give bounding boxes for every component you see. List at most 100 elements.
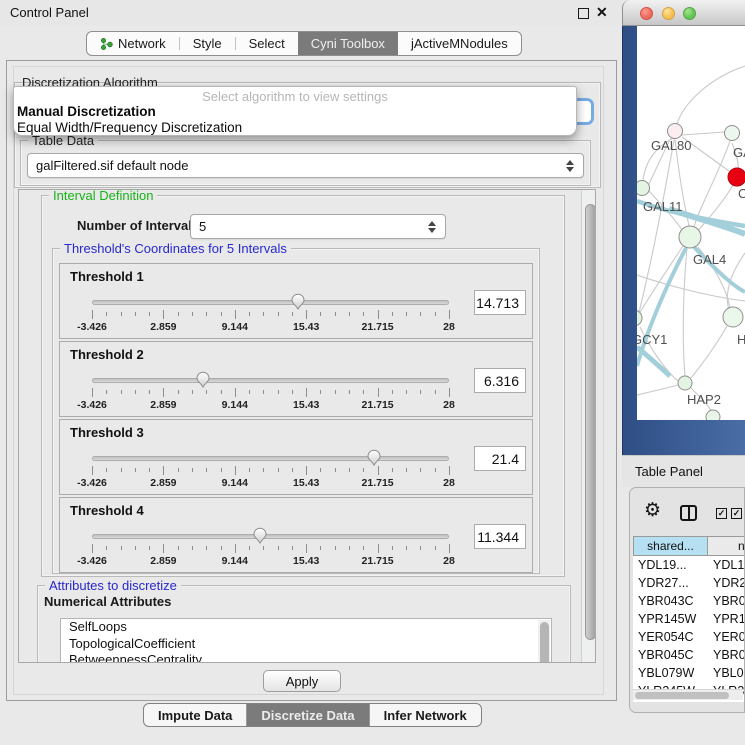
table-row[interactable]: YER054CYER0 — [633, 628, 745, 646]
cell-shared-name: YIL052C — [633, 700, 708, 702]
cell-shared-name: YBR045C — [633, 646, 708, 664]
minimize-traffic-light-icon[interactable] — [662, 7, 675, 20]
network-node[interactable] — [706, 410, 720, 420]
number-of-intervals-combobox[interactable]: 5 — [190, 214, 446, 239]
tick-mark — [363, 546, 364, 550]
tick-mark — [435, 468, 436, 472]
tick-label: 28 — [443, 321, 455, 333]
table-row[interactable]: YPR145WYPR1 — [633, 610, 745, 628]
table-row[interactable]: YBR045CYBR0 — [633, 646, 745, 664]
checkbox-icon[interactable]: ✓ — [716, 508, 727, 519]
tick-label: 21.715 — [362, 399, 394, 411]
tick-mark — [263, 468, 264, 472]
tick-mark — [449, 466, 450, 475]
tab-style[interactable]: Style — [180, 32, 235, 55]
table-row[interactable]: YDL19...YDL1 — [633, 556, 745, 574]
network-node-gal80[interactable] — [668, 124, 683, 139]
network-node[interactable] — [725, 126, 740, 141]
tick-mark — [420, 546, 421, 550]
slider-thumb[interactable] — [366, 449, 382, 467]
cell-name: YIL0 — [708, 700, 745, 702]
tick-mark — [178, 546, 179, 550]
tick-label: 28 — [443, 555, 455, 567]
attribute-item[interactable]: TopologicalCoefficient — [61, 636, 551, 653]
tick-mark — [435, 390, 436, 394]
slider-thumb[interactable] — [290, 293, 306, 311]
tick-mark — [121, 312, 122, 316]
network-node-hap2[interactable] — [678, 376, 692, 390]
network-node-gal4[interactable] — [679, 226, 701, 248]
network-node-gal11[interactable] — [637, 181, 650, 196]
tick-label: 21.715 — [362, 555, 394, 567]
network-window-titlebar[interactable] — [622, 0, 745, 26]
tab-jactivemnodules[interactable]: jActiveMNodules — [398, 32, 521, 55]
tick-mark — [235, 388, 236, 397]
slider-tick-labels: -3.4262.8599.14415.4321.71528 — [92, 477, 449, 489]
cell-shared-name: YBL079W — [633, 664, 708, 682]
float-window-icon[interactable] — [578, 8, 589, 19]
settings-scrollbar-thumb[interactable] — [585, 204, 596, 640]
tick-mark — [192, 390, 193, 394]
network-canvas[interactable]: GAL80 GA C GAL11 GAL4 GCY1 H HAP2 — [637, 26, 745, 420]
zoom-traffic-light-icon[interactable] — [683, 7, 696, 20]
settings-scrollbar[interactable] — [581, 190, 596, 663]
tick-mark — [335, 546, 336, 550]
cell-name: YDL1 — [708, 556, 745, 574]
checkbox-icon[interactable]: ✓ — [731, 508, 742, 519]
network-node[interactable] — [723, 307, 743, 327]
tick-mark — [335, 468, 336, 472]
table-row[interactable]: YIL052CYIL0 — [633, 700, 745, 702]
tick-mark — [249, 468, 250, 472]
close-icon[interactable]: ✕ — [596, 4, 608, 21]
tab-infer-network[interactable]: Infer Network — [369, 704, 481, 726]
attribute-item[interactable]: SelfLoops — [61, 619, 551, 636]
column-header-shared-name[interactable]: shared... — [633, 537, 708, 556]
table-row[interactable]: YBL079WYBL0 — [633, 664, 745, 682]
control-panel-title: Control Panel — [10, 5, 89, 20]
tick-mark — [392, 468, 393, 472]
tick-mark — [106, 390, 107, 394]
table-row[interactable]: YDR27...YDR2 — [633, 574, 745, 592]
tick-mark — [249, 546, 250, 550]
tick-mark — [392, 312, 393, 316]
slider-ticks — [92, 466, 449, 476]
table-row[interactable]: YBR043CYBR0 — [633, 592, 745, 610]
gear-icon[interactable]: ⚙ — [644, 501, 661, 520]
threshold-value-field[interactable]: 6.316 — [474, 368, 526, 393]
columns-icon[interactable] — [680, 505, 697, 521]
dropdown-option-manual[interactable]: Manual Discretization — [14, 104, 576, 120]
list-scrollbar-thumb[interactable] — [540, 622, 549, 663]
tick-mark — [121, 546, 122, 550]
dropdown-prompt: Select algorithm to view settings — [14, 87, 576, 104]
tab-select[interactable]: Select — [236, 32, 298, 55]
slider-thumb[interactable] — [252, 527, 268, 545]
dropdown-option-equal-width[interactable]: Equal Width/Frequency Discretization — [14, 120, 576, 136]
threshold-value-field[interactable]: 11.344 — [474, 524, 526, 549]
tab-cyni-toolbox[interactable]: Cyni Toolbox — [298, 32, 398, 55]
table-data-selected-value: galFiltered.sif default node — [36, 158, 188, 173]
table-hscrollbar-thumb[interactable] — [635, 692, 729, 699]
slider-thumb[interactable] — [195, 371, 211, 389]
threshold-label: Threshold 4 — [70, 503, 144, 518]
column-header-name[interactable]: n — [708, 537, 745, 556]
close-traffic-light-icon[interactable] — [640, 7, 653, 20]
threshold-value-field[interactable]: 14.713 — [474, 290, 526, 315]
tick-mark — [292, 468, 293, 472]
numerical-attributes-list[interactable]: SelfLoopsTopologicalCoefficientBetweenne… — [60, 618, 552, 663]
tab-discretize-data[interactable]: Discretize Data — [246, 704, 368, 726]
network-node-selected-red[interactable] — [728, 168, 745, 186]
table-horizontal-scrollbar[interactable] — [633, 689, 743, 700]
tab-impute-data[interactable]: Impute Data — [144, 704, 246, 726]
tab-network[interactable]: Network — [87, 32, 179, 55]
tick-mark — [349, 312, 350, 316]
node-table: shared... n YDL19...YDL1YDR27...YDR2YBR0… — [633, 536, 745, 702]
list-scrollbar[interactable] — [538, 620, 550, 663]
interval-definition-title: Interval Definition — [49, 189, 157, 203]
table-data-combobox[interactable]: galFiltered.sif default node — [27, 153, 584, 178]
slider-tick-labels: -3.4262.8599.14415.4321.71528 — [92, 555, 449, 567]
attribute-item[interactable]: BetweennessCentrality — [61, 652, 551, 663]
network-node-gcy1[interactable] — [637, 310, 642, 326]
screen: Control Panel ✕ Network Style Select Cyn… — [0, 0, 745, 745]
apply-button[interactable]: Apply — [263, 670, 341, 692]
threshold-value-field[interactable]: 21.4 — [474, 446, 526, 471]
